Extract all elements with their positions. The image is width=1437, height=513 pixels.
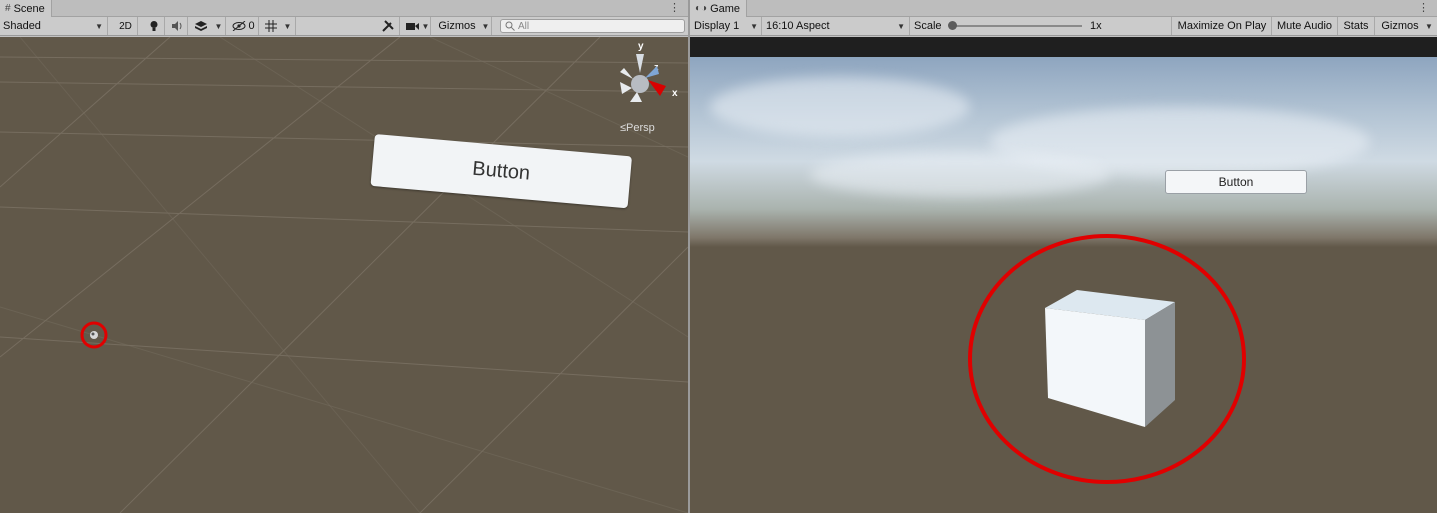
game-tab-bar: ◐◑ Game ⋮	[690, 0, 1437, 17]
game-ui-button[interactable]: Button	[1165, 170, 1307, 194]
chevron-down-icon: ▼	[750, 21, 758, 31]
game-ui-button-label: Button	[1218, 175, 1254, 189]
scene-tab-icon: #	[5, 3, 11, 14]
maximize-label: Maximize On Play	[1177, 20, 1267, 32]
lightbulb-icon	[150, 21, 157, 31]
grid-toggle[interactable]	[262, 17, 280, 35]
scene-search-placeholder: All	[518, 20, 530, 32]
cloud	[710, 77, 970, 137]
game-viewport[interactable]: Button	[690, 37, 1437, 513]
scene-panel: # Scene ⋮ Shaded ▼ 2D ▼ 0 ▼ ▼ Gizmos ▼ A…	[0, 0, 688, 513]
projection-label: Persp	[626, 122, 655, 134]
cube-object[interactable]	[965, 223, 1265, 493]
chevron-down-icon: ▼	[481, 21, 490, 31]
toggle-2d-button[interactable]: 2D	[114, 17, 138, 35]
mute-label: Mute Audio	[1276, 20, 1333, 32]
chevron-down-icon: ▼	[283, 21, 292, 31]
aspect-dropdown[interactable]: 16:10 Aspect ▼	[762, 17, 910, 35]
stats-toggle[interactable]: Stats	[1338, 17, 1375, 35]
hidden-count: 0	[248, 20, 255, 32]
lighting-toggle[interactable]	[143, 17, 165, 35]
gizmo-y-label: y	[638, 41, 644, 52]
tab-game[interactable]: ◐◑ Game	[690, 0, 748, 17]
game-gizmos-label: Gizmos	[1381, 20, 1419, 32]
display-label: Display 1	[694, 20, 740, 32]
display-dropdown[interactable]: Display 1 ▼	[690, 17, 762, 35]
audio-toggle[interactable]	[166, 17, 188, 35]
effects-toggle[interactable]	[190, 17, 212, 35]
scene-gizmos-button[interactable]: Gizmos	[434, 17, 480, 35]
scene-gizmos-label: Gizmos	[438, 20, 476, 32]
tab-scene[interactable]: # Scene	[0, 0, 52, 17]
light-gizmo-icon[interactable]	[79, 321, 109, 351]
scale-slider-track	[952, 25, 1082, 27]
hidden-objects-toggle[interactable]: 0	[229, 17, 259, 35]
grid-dropdown[interactable]: ▼	[280, 17, 296, 35]
shading-mode-dropdown[interactable]: Shaded ▼	[0, 17, 108, 35]
visibility-icon	[232, 21, 246, 31]
scene-search-input[interactable]: All	[500, 19, 685, 33]
scene-gizmos-dropdown[interactable]: ▼	[480, 17, 492, 35]
game-gizmos-dropdown[interactable]: ▼	[1423, 17, 1435, 35]
game-tab-label: Game	[710, 2, 741, 15]
mute-audio-toggle[interactable]: Mute Audio	[1272, 17, 1338, 35]
effects-dropdown[interactable]: ▼	[212, 17, 226, 35]
scene-panel-menu-icon[interactable]: ⋮	[669, 0, 680, 16]
maximize-on-play-toggle[interactable]: Maximize On Play	[1173, 17, 1272, 35]
scene-tab-bar: # Scene ⋮	[0, 0, 688, 17]
scale-value: 1x	[1090, 20, 1102, 32]
search-icon	[505, 21, 515, 31]
scale-slider[interactable]: Scale 1x	[910, 17, 1172, 35]
tools-button[interactable]	[376, 17, 400, 35]
shading-mode-label: Shaded	[3, 20, 41, 32]
effects-icon	[195, 20, 207, 31]
scale-slider-thumb[interactable]	[948, 21, 957, 30]
game-toolbar: Display 1 ▼ 16:10 Aspect ▼ Scale 1x Maxi…	[690, 17, 1437, 36]
chevron-down-icon: ▼	[1425, 21, 1433, 31]
skybox	[690, 57, 1437, 247]
game-panel: ◐◑ Game ⋮ Display 1 ▼ 16:10 Aspect ▼ Sca…	[690, 0, 1437, 513]
game-panel-menu-icon[interactable]: ⋮	[1418, 0, 1429, 16]
scene-viewport[interactable]: Button y z x ≤Persp	[0, 37, 688, 513]
letterbox-bar	[690, 37, 1437, 57]
game-gizmos-button[interactable]: Gizmos	[1376, 17, 1424, 35]
cloud	[810, 152, 1110, 197]
tools-icon	[381, 20, 394, 32]
projection-toggle[interactable]: ≤Persp	[620, 122, 655, 134]
scene-world-button-label: Button	[471, 157, 532, 185]
toggle-2d-label: 2D	[119, 20, 132, 32]
audio-icon	[171, 21, 181, 31]
camera-settings-button[interactable]	[403, 17, 421, 35]
chevron-down-icon: ▼	[421, 21, 430, 31]
camera-icon	[405, 22, 419, 30]
aspect-label: 16:10 Aspect	[766, 20, 830, 32]
camera-dropdown[interactable]: ▼	[421, 17, 431, 35]
chevron-down-icon: ▼	[897, 21, 905, 31]
chevron-down-icon: ▼	[214, 21, 223, 31]
game-tab-icon: ◐◑	[695, 3, 708, 14]
orientation-gizmo-icon[interactable]: y z x	[612, 40, 682, 110]
scene-toolbar: Shaded ▼ 2D ▼ 0 ▼ ▼ Gizmos ▼ All	[0, 17, 688, 36]
chevron-down-icon: ▼	[95, 21, 103, 31]
scene-grid	[0, 37, 688, 513]
stats-label: Stats	[1343, 20, 1369, 32]
grid-icon	[265, 20, 277, 32]
gizmo-x-label: x	[672, 88, 678, 99]
scene-tab-label: Scene	[13, 2, 45, 15]
scale-label: Scale	[914, 20, 942, 32]
